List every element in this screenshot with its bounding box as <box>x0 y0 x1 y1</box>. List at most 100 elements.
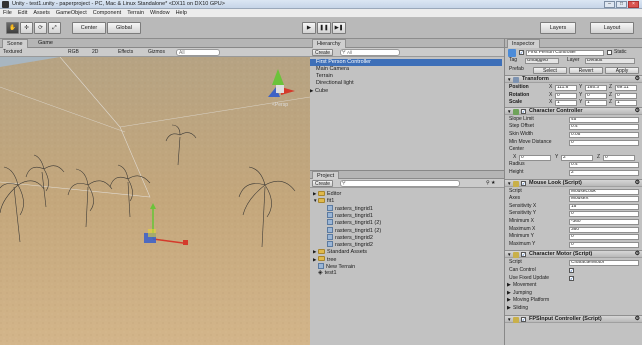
fps-input-component[interactable]: ▼ ✓ FPSInput Controller (Script) ⚙ <box>505 314 642 323</box>
menu-gameobject[interactable]: GameObject <box>53 9 90 16</box>
center-cz-field[interactable]: 0 <box>603 154 635 161</box>
hand-tool-button[interactable]: ✋ <box>6 22 19 34</box>
play-button[interactable]: ▶ <box>302 22 316 34</box>
enabled-checkbox[interactable]: ✓ <box>521 180 526 186</box>
cm-fixed_update-checkbox[interactable]: ✓ <box>569 275 574 281</box>
filter-icon[interactable]: ⚲ ★ <box>486 180 496 186</box>
minimize-button[interactable]: – <box>604 1 615 8</box>
menu-component[interactable]: Component <box>90 9 124 16</box>
project-item[interactable]: ▶ Editor <box>313 190 341 197</box>
object-name-input[interactable]: First Person Controller <box>526 50 604 56</box>
ml-row-field[interactable]: 0 <box>569 241 639 248</box>
ml-row-field[interactable]: 0 <box>569 211 639 218</box>
foldout-arrow-icon[interactable]: ▼ <box>507 316 512 323</box>
step-button[interactable]: ▶❚ <box>332 22 346 34</box>
rotate-tool-button[interactable]: ⟳ <box>34 22 47 34</box>
ml-script-field[interactable]: MouseLook <box>569 188 639 195</box>
foldout-arrow-icon[interactable]: ▼ <box>507 108 512 115</box>
mode-2d-toggle[interactable]: 2D <box>92 49 98 55</box>
project-item[interactable]: rasters_tingrid1 <box>322 211 373 219</box>
layers-dropdown[interactable]: Layers <box>540 22 576 34</box>
gear-icon[interactable]: ⚙ <box>635 316 640 323</box>
render-mode-dropdown[interactable]: RGB <box>68 49 79 55</box>
cm-section-foldout[interactable]: ▶ Movement <box>505 282 642 290</box>
tab-game[interactable]: Game <box>34 39 57 48</box>
enabled-checkbox[interactable]: ✓ <box>521 252 526 258</box>
foldout-arrow-icon[interactable]: ▶ <box>507 305 511 313</box>
tag-dropdown[interactable]: Untagged <box>525 58 559 64</box>
gear-icon[interactable]: ⚙ <box>635 180 640 187</box>
menu-terrain[interactable]: Terrain <box>124 9 147 16</box>
close-button[interactable]: × <box>628 1 639 8</box>
foldout-arrow-icon[interactable]: ▶ <box>507 282 511 290</box>
transform-y-field[interactable]: 1 <box>585 100 607 107</box>
cc-row-field[interactable]: 0 <box>569 139 639 146</box>
tab-hierarchy[interactable]: Hierarchy <box>312 39 346 48</box>
ml-row-field[interactable]: 15 <box>569 203 639 210</box>
menu-window[interactable]: Window <box>147 9 173 16</box>
transform-z-field[interactable]: 1 <box>615 100 637 107</box>
active-checkbox[interactable]: ✓ <box>519 50 524 55</box>
character-motor-component[interactable]: ▼ ✓ Character Motor (Script) ⚙ <box>505 250 642 259</box>
enabled-checkbox[interactable]: ✓ <box>521 316 526 322</box>
center-cx-field[interactable]: 0 <box>519 154 551 161</box>
layout-dropdown[interactable]: Layout <box>590 22 634 34</box>
hierarchy-search-input[interactable]: All <box>340 49 400 56</box>
prefab-select-button[interactable]: Select <box>533 67 567 74</box>
scale-tool-button[interactable]: ⤢ <box>48 22 61 34</box>
transform-y-field[interactable]: 185.3 <box>585 85 607 91</box>
hierarchy-item-directional-light[interactable]: Directional light <box>310 80 502 87</box>
move-tool-button[interactable]: ✢ <box>20 22 33 34</box>
transform-z-field[interactable]: 69.11 <box>615 85 637 91</box>
foldout-arrow-icon[interactable]: ▼ <box>507 180 512 187</box>
foldout-arrow-icon[interactable]: ▶ <box>507 290 511 298</box>
tab-scene[interactable]: Scene <box>2 39 28 48</box>
project-item[interactable]: ◈ test1 <box>313 270 337 277</box>
center-cy-field[interactable]: 2 <box>561 154 593 161</box>
ml-row-field[interactable]: 360 <box>569 226 639 233</box>
layer-dropdown[interactable]: Default <box>585 58 635 64</box>
cm-section-foldout[interactable]: ▶ Moving Platform <box>505 297 642 305</box>
foldout-arrow-icon[interactable]: ▶ <box>507 297 511 305</box>
scene-search-input[interactable]: All <box>176 49 220 56</box>
hierarchy-create-button[interactable]: Create <box>312 49 334 56</box>
mouse-look-component[interactable]: ▼ ✓ Mouse Look (Script) ⚙ <box>505 178 642 187</box>
menu-help[interactable]: Help <box>173 9 190 16</box>
enabled-checkbox[interactable]: ✓ <box>521 108 526 114</box>
transform-z-field[interactable]: 0 <box>615 92 637 99</box>
character-controller-component[interactable]: ▼ ✓ Character Controller ⚙ <box>505 106 642 115</box>
project-item[interactable]: rasters_tingrid1 (2) <box>322 226 381 234</box>
transform-x-field[interactable]: 111.8 <box>555 85 577 91</box>
hierarchy-item-terrain[interactable]: Terrain <box>310 73 502 80</box>
project-create-button[interactable]: Create <box>312 180 334 187</box>
ml-row-field[interactable]: -360 <box>569 219 639 225</box>
cc-row-field[interactable]: 0.05 <box>569 132 639 138</box>
transform-component[interactable]: ▼ Transform ⚙ <box>505 75 642 83</box>
pause-button[interactable]: ❚❚ <box>317 22 331 34</box>
cm-section-foldout[interactable]: ▶ Jumping <box>505 290 642 298</box>
shading-mode-dropdown[interactable]: Textured <box>3 49 22 55</box>
hierarchy-item-cube[interactable]: ▶ Cube <box>310 87 502 94</box>
project-item[interactable]: ▶ Standard Assets <box>313 248 367 255</box>
gear-icon[interactable]: ⚙ <box>635 108 640 115</box>
project-item[interactable]: rasters_tingrid1 <box>322 204 373 212</box>
cm-section-foldout[interactable]: ▶ Sliding <box>505 305 642 313</box>
project-item[interactable]: rasters_tingrid2 <box>322 233 373 241</box>
cc-radius-field[interactable]: 0.4 <box>569 162 639 169</box>
project-item[interactable]: New Terrain <box>313 263 355 270</box>
project-item[interactable]: ▼ fit1 <box>313 197 334 204</box>
cc-height-field[interactable]: 2 <box>569 170 639 176</box>
menu-file[interactable]: File <box>0 9 15 16</box>
hierarchy-item-main-camera[interactable]: Main Camera <box>310 66 502 73</box>
gizmos-dropdown[interactable]: Gizmos <box>148 49 165 55</box>
pivot-center-button[interactable]: Center <box>72 22 106 34</box>
ml-row-field[interactable]: 0 <box>569 234 639 241</box>
cm-script-field[interactable]: CharacterMotor <box>569 260 639 267</box>
foldout-arrow-icon[interactable]: ▼ <box>507 251 512 258</box>
static-checkbox[interactable] <box>607 50 612 55</box>
menu-edit[interactable]: Edit <box>15 9 30 16</box>
transform-x-field[interactable]: 1 <box>555 100 577 107</box>
cc-row-field[interactable]: 0.4 <box>569 124 639 131</box>
transform-x-field[interactable]: 0 <box>555 92 577 99</box>
maximize-button[interactable]: □ <box>616 1 627 8</box>
